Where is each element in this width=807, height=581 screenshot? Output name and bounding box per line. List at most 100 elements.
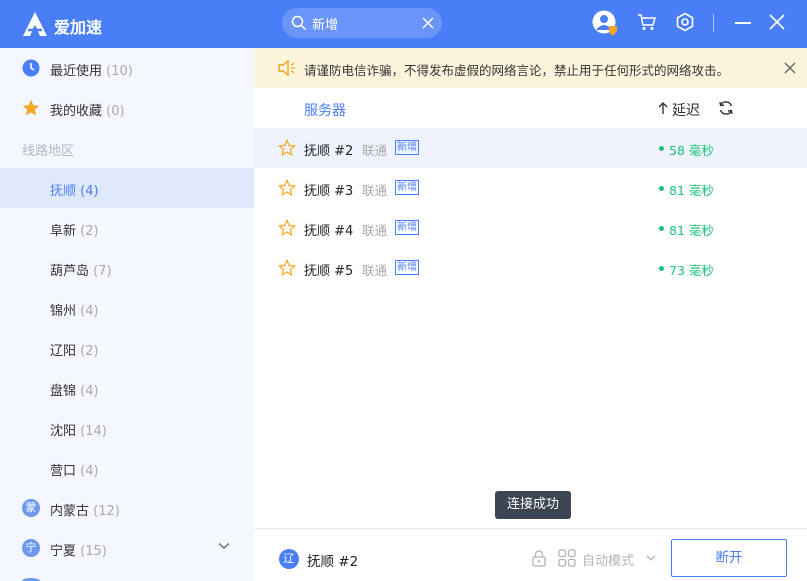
column-server[interactable]: 服务器 xyxy=(304,100,346,120)
connection-toast: 连接成功 xyxy=(495,491,571,519)
app-logo-icon xyxy=(23,12,47,36)
favorite-star-icon[interactable] xyxy=(278,179,296,197)
title-bar: 爱加速 xyxy=(0,0,807,48)
settings-gear-icon[interactable] xyxy=(675,12,695,32)
server-name: 抚顺 #5 xyxy=(304,264,354,279)
column-latency[interactable]: 延迟 xyxy=(672,100,700,120)
sidebar-item-count: (4) xyxy=(80,184,99,199)
user-avatar-icon[interactable] xyxy=(592,10,618,36)
new-tag: 新增 xyxy=(395,260,419,275)
notice-text: 请谨防电信诈骗，不得发布虚假的网络言论，禁止用于任何形式的网络攻击。 xyxy=(304,63,730,78)
favorite-star-icon[interactable] xyxy=(278,259,296,277)
server-latency: 58 毫秒 xyxy=(669,143,714,158)
lock-icon[interactable] xyxy=(530,549,548,567)
sidebar-item-region[interactable]: 辽阳 (2) xyxy=(0,328,254,368)
sidebar-item-region[interactable]: 葫芦岛 (7) xyxy=(0,248,254,288)
server-row[interactable]: 抚顺 #5 联通 新增 73 毫秒 xyxy=(254,248,807,288)
sidebar-item-region[interactable]: 锦州 (4) xyxy=(0,288,254,328)
server-list-header: 服务器 延迟 xyxy=(254,88,807,128)
sidebar-item-count: (4) xyxy=(80,384,99,399)
minimize-button[interactable] xyxy=(735,14,751,32)
sidebar-item-count: (15) xyxy=(80,544,107,559)
connected-server-name: 抚顺 #2 xyxy=(307,554,359,570)
status-dot xyxy=(659,146,664,151)
server-name: 抚顺 #3 xyxy=(304,184,354,199)
favorite-star-icon[interactable] xyxy=(278,139,296,157)
cart-icon[interactable] xyxy=(637,13,657,31)
clear-search-icon[interactable] xyxy=(421,16,435,30)
refresh-icon[interactable] xyxy=(718,100,734,116)
sidebar-item-region[interactable]: 抚顺 (4) xyxy=(0,168,254,208)
connection-bar: 辽 抚顺 #2 自动模式 断开 xyxy=(254,528,807,581)
app-name: 爱加速 xyxy=(54,18,103,37)
status-dot xyxy=(659,226,664,231)
server-isp: 联通 xyxy=(362,263,388,278)
province-badge: 蒙 xyxy=(22,499,40,517)
sidebar-item-label: 营口 xyxy=(50,464,77,479)
sidebar-item-region[interactable]: 盘锦 (4) xyxy=(0,368,254,408)
sidebar-item-label: 我的收藏 xyxy=(50,104,103,119)
chevron-down-icon[interactable] xyxy=(646,555,656,561)
sidebar-item-label: 内蒙古 xyxy=(50,504,90,519)
sidebar-item-count: (2) xyxy=(80,224,99,239)
server-name: 抚顺 #4 xyxy=(304,224,354,239)
new-tag: 新增 xyxy=(395,180,419,195)
server-row[interactable]: 抚顺 #3 联通 新增 81 毫秒 xyxy=(254,168,807,208)
sidebar-item-label: 辽阳 xyxy=(50,344,77,359)
mode-select[interactable]: 自动模式 xyxy=(582,550,634,569)
region-badge: 辽 xyxy=(279,549,299,569)
server-latency: 81 毫秒 xyxy=(669,183,714,198)
section-title: 线路地区 xyxy=(22,144,75,159)
sidebar-item-label: 宁夏 xyxy=(50,544,77,559)
star-icon xyxy=(22,99,40,116)
server-name: 抚顺 #2 xyxy=(304,144,354,159)
title-separator xyxy=(713,14,714,32)
sidebar-item-recent[interactable]: 最近使用 (10) xyxy=(0,48,254,88)
sidebar-next-item-peek xyxy=(22,578,40,581)
new-tag: 新增 xyxy=(395,220,419,235)
sidebar-item-count: (2) xyxy=(80,344,99,359)
sidebar-item-label: 最近使用 xyxy=(50,64,103,79)
search-icon xyxy=(291,15,307,31)
status-dot xyxy=(659,266,664,271)
speaker-icon xyxy=(278,60,295,76)
server-latency: 81 毫秒 xyxy=(669,223,714,238)
search-input[interactable] xyxy=(312,13,412,33)
sidebar-item-count: (0) xyxy=(106,104,125,119)
sidebar-item-region[interactable]: 营口 (4) xyxy=(0,448,254,488)
sidebar-item-province[interactable]: 蒙 内蒙古 (12) xyxy=(0,488,254,528)
mode-grid-icon[interactable] xyxy=(558,549,576,567)
sidebar-item-count: (4) xyxy=(80,304,99,319)
sort-arrow-up-icon[interactable] xyxy=(658,101,668,115)
server-row[interactable]: 抚顺 #4 联通 新增 81 毫秒 xyxy=(254,208,807,248)
favorite-star-icon[interactable] xyxy=(278,219,296,237)
clock-icon xyxy=(22,59,40,77)
sidebar-item-label: 抚顺 xyxy=(50,184,77,199)
sidebar: 最近使用 (10) 我的收藏 (0) 线路地区 抚顺 (4) 阜新 (2) 葫芦… xyxy=(0,48,254,581)
sidebar-item-count: (4) xyxy=(80,464,99,479)
sidebar-item-label: 盘锦 xyxy=(50,384,77,399)
disconnect-button[interactable]: 断开 xyxy=(671,539,787,577)
sidebar-item-label: 葫芦岛 xyxy=(50,264,90,279)
new-tag: 新增 xyxy=(395,140,419,155)
server-isp: 联通 xyxy=(362,143,388,158)
notice-bar: 请谨防电信诈骗，不得发布虚假的网络言论，禁止用于任何形式的网络攻击。 xyxy=(254,48,807,88)
sidebar-item-label: 阜新 xyxy=(50,224,77,239)
sidebar-item-region[interactable]: 阜新 (2) xyxy=(0,208,254,248)
sidebar-item-count: (14) xyxy=(80,424,107,439)
province-badge: 宁 xyxy=(22,539,40,557)
close-notice-icon[interactable] xyxy=(784,62,796,74)
sidebar-item-region[interactable]: 沈阳 (14) xyxy=(0,408,254,448)
sidebar-item-province[interactable]: 宁 宁夏 (15) xyxy=(0,528,254,568)
sidebar-item-label: 锦州 xyxy=(50,304,77,319)
chevron-down-icon[interactable] xyxy=(218,542,230,550)
sidebar-item-favorites[interactable]: 我的收藏 (0) xyxy=(0,88,254,128)
sidebar-item-label: 沈阳 xyxy=(50,424,77,439)
server-row[interactable]: 抚顺 #2 联通 新增 58 毫秒 xyxy=(254,128,807,168)
sidebar-item-count: (10) xyxy=(106,64,133,79)
status-dot xyxy=(659,186,664,191)
sidebar-item-count: (7) xyxy=(93,264,112,279)
server-isp: 联通 xyxy=(362,183,388,198)
search-box[interactable] xyxy=(282,8,442,38)
close-window-icon[interactable] xyxy=(768,13,786,31)
